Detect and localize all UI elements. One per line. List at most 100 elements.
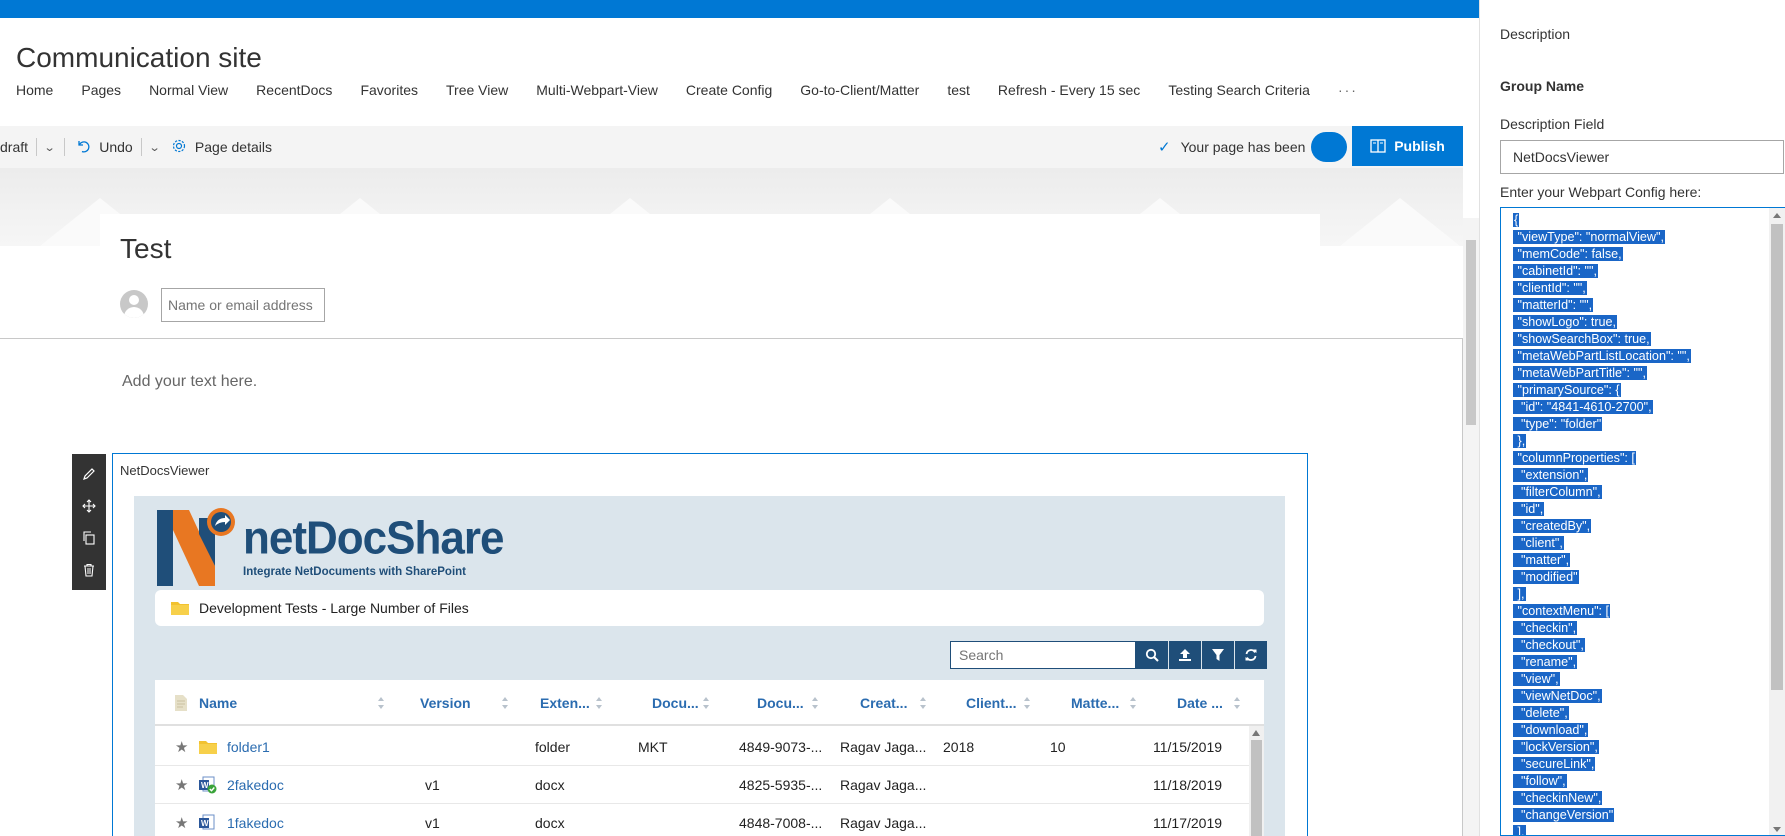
- nav-item-refresh[interactable]: Refresh - Every 15 sec: [998, 82, 1140, 102]
- description-field-input[interactable]: [1500, 140, 1784, 174]
- sort-icon[interactable]: [919, 696, 927, 710]
- sort-icon[interactable]: [811, 696, 819, 710]
- table-row[interactable]: ★ folder1 folder MKT 4849-9073-... Ragav…: [155, 728, 1249, 766]
- column-header-name[interactable]: Name: [199, 680, 237, 726]
- delete-webpart-button[interactable]: [77, 558, 101, 582]
- canvas-border: [0, 338, 1463, 339]
- page-scrollbar[interactable]: [1463, 218, 1479, 836]
- site-title[interactable]: Communication site: [16, 42, 262, 74]
- config-line: "secureLink",: [1513, 757, 1596, 771]
- scrollbar-thumb[interactable]: [1771, 224, 1783, 690]
- document-name-link[interactable]: 1fakedoc: [227, 804, 284, 836]
- scroll-up-arrow-icon[interactable]: [1252, 730, 1260, 736]
- scrollbar-thumb[interactable]: [1466, 240, 1476, 425]
- nav-item-multi-webpart-view[interactable]: Multi-Webpart-View: [536, 82, 658, 102]
- sort-icon[interactable]: [377, 696, 385, 710]
- config-line: "download",: [1513, 723, 1589, 737]
- date-cell: 11/18/2019: [1153, 777, 1223, 793]
- column-header-client[interactable]: Client...: [966, 680, 1017, 726]
- page-details-label: Page details: [194, 139, 272, 155]
- text-webpart-placeholder[interactable]: Add your text here.: [122, 373, 257, 391]
- nav-item-test[interactable]: test: [947, 82, 970, 102]
- config-line: "contextMenu": [: [1513, 604, 1611, 618]
- extension-cell: folder: [535, 739, 571, 755]
- column-header-date[interactable]: Date ...: [1177, 680, 1223, 726]
- nav-item-recentdocs[interactable]: RecentDocs: [256, 82, 332, 102]
- config-line: ],: [1513, 824, 1691, 835]
- favorite-star-icon[interactable]: ★: [175, 766, 188, 804]
- scroll-down-arrow-icon[interactable]: [1773, 827, 1781, 832]
- favorite-star-icon[interactable]: ★: [175, 728, 188, 766]
- document-id-cell: 4849-9073-...: [739, 739, 823, 755]
- save-draft-button[interactable]: draft: [0, 126, 28, 168]
- webpart-config-textarea[interactable]: { "viewType": "normalView", "memCode": f…: [1500, 207, 1785, 836]
- sort-icon[interactable]: [1233, 696, 1241, 710]
- config-line: },: [1513, 434, 1527, 448]
- grid-scrollbar[interactable]: [1249, 726, 1264, 836]
- duplicate-webpart-button[interactable]: [77, 526, 101, 550]
- webpart-toolbar: [72, 454, 106, 590]
- scroll-up-arrow-icon[interactable]: [1773, 213, 1781, 218]
- document-name-link[interactable]: folder1: [227, 728, 270, 766]
- nav-item-home[interactable]: Home: [16, 82, 53, 102]
- nav-item-go-to-client-matter[interactable]: Go-to-Client/Matter: [800, 82, 919, 102]
- config-line: "matter",: [1513, 553, 1571, 567]
- column-header-document-2[interactable]: Docu...: [757, 680, 804, 726]
- upload-button[interactable]: [1169, 641, 1201, 669]
- column-header-version[interactable]: Version: [420, 680, 471, 726]
- filter-button[interactable]: [1202, 641, 1234, 669]
- coachmark-beacon[interactable]: [1311, 132, 1347, 162]
- sort-icon[interactable]: [1023, 696, 1031, 710]
- sort-icon[interactable]: [501, 696, 509, 710]
- page-details-button[interactable]: Page details: [171, 126, 272, 168]
- column-header-matter[interactable]: Matte...: [1071, 680, 1119, 726]
- publish-button[interactable]: Publish: [1352, 126, 1463, 166]
- doc-type-column-icon: [175, 680, 187, 726]
- page-title[interactable]: Test: [120, 233, 171, 265]
- config-line: "id",: [1513, 502, 1545, 516]
- folder-breadcrumb: Development Tests - Large Number of File…: [155, 590, 1264, 626]
- publish-label: Publish: [1394, 138, 1445, 154]
- config-line: "showLogo": true,: [1513, 315, 1618, 329]
- nav-item-create-config[interactable]: Create Config: [686, 82, 772, 102]
- refresh-button[interactable]: [1235, 641, 1267, 669]
- sort-icon[interactable]: [702, 696, 710, 710]
- config-scrollbar[interactable]: [1769, 208, 1785, 835]
- undo-icon: [77, 139, 91, 156]
- undo-chevron-down-icon[interactable]: ⌄: [148, 126, 160, 168]
- draft-chevron-down-icon[interactable]: ⌄: [44, 126, 56, 168]
- sort-icon[interactable]: [1129, 696, 1137, 710]
- divider: [140, 138, 142, 156]
- search-button[interactable]: [1136, 641, 1168, 669]
- nav-item-normal-view[interactable]: Normal View: [149, 82, 228, 102]
- move-webpart-button[interactable]: [77, 494, 101, 518]
- grid-toolbar: [950, 641, 1267, 669]
- table-row[interactable]: ★ W 1fakedoc v1 docx 4848-7008-... Ragav…: [155, 804, 1249, 836]
- nav-more-button[interactable]: ···: [1338, 82, 1358, 102]
- column-header-extension[interactable]: Exten...: [540, 680, 590, 726]
- config-line: "viewNetDoc",: [1513, 689, 1602, 703]
- undo-button[interactable]: Undo: [77, 126, 133, 168]
- config-text: { "viewType": "normalView", "memCode": f…: [1513, 212, 1691, 835]
- nav-item-testing-search-criteria[interactable]: Testing Search Criteria: [1168, 82, 1310, 102]
- column-header-created-by[interactable]: Creat...: [860, 680, 907, 726]
- config-line: "client",: [1513, 536, 1564, 550]
- edit-webpart-button[interactable]: [77, 462, 101, 486]
- favorite-star-icon[interactable]: ★: [175, 804, 188, 836]
- config-line: "viewType": "normalView",: [1513, 230, 1665, 244]
- document-name-link[interactable]: 2fakedoc: [227, 766, 284, 804]
- nav-item-pages[interactable]: Pages: [81, 82, 121, 102]
- scrollbar-thumb[interactable]: [1251, 740, 1262, 836]
- column-header-document-1[interactable]: Docu...: [652, 680, 699, 726]
- nav-item-favorites[interactable]: Favorites: [360, 82, 418, 102]
- author-input[interactable]: [161, 288, 325, 322]
- config-line: "type": "folder": [1513, 417, 1603, 431]
- config-line: "metaWebPartListLocation": "",: [1513, 349, 1691, 363]
- nav-item-tree-view[interactable]: Tree View: [446, 82, 508, 102]
- table-row[interactable]: ★ W 2fakedoc v1 docx 4825-5935-... Ragav…: [155, 766, 1249, 804]
- config-line: "clientId": "",: [1513, 281, 1587, 295]
- sort-icon[interactable]: [595, 696, 603, 710]
- group-name-heading: Group Name: [1500, 78, 1585, 94]
- version-cell: v1: [425, 777, 440, 793]
- search-input[interactable]: [950, 641, 1136, 669]
